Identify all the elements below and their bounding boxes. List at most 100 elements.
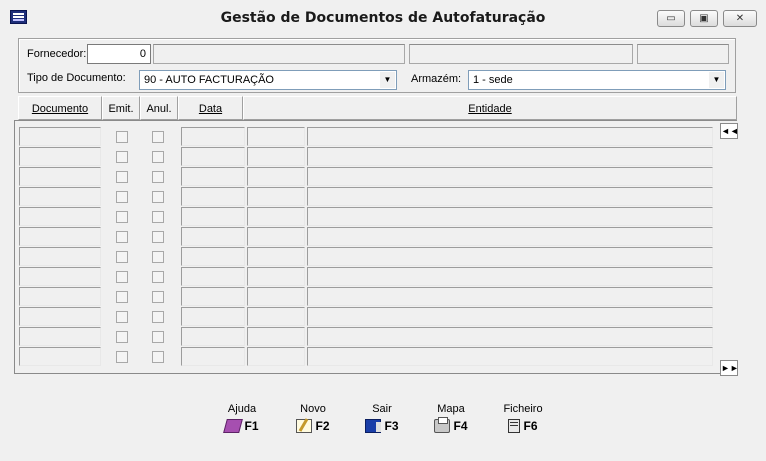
data-cell[interactable] — [181, 207, 245, 226]
documento-cell[interactable] — [19, 127, 101, 146]
emit-checkbox[interactable] — [116, 331, 128, 343]
anul-checkbox[interactable] — [152, 351, 164, 363]
tipo-documento-select[interactable]: 90 - AUTO FACTURAÇÃO ▼ — [139, 70, 397, 90]
table-row[interactable] — [15, 147, 715, 167]
anul-checkbox[interactable] — [152, 131, 164, 143]
documento-cell[interactable] — [19, 347, 101, 366]
entidade-cell[interactable] — [307, 307, 713, 326]
column-header-documento[interactable]: Documento — [18, 96, 102, 120]
emit-checkbox[interactable] — [116, 211, 128, 223]
table-row[interactable] — [15, 127, 715, 147]
data-cell[interactable] — [181, 307, 245, 326]
table-row[interactable] — [15, 347, 715, 367]
data-extra-cell[interactable] — [247, 247, 305, 266]
table-row[interactable] — [15, 287, 715, 307]
table-row[interactable] — [15, 227, 715, 247]
data-extra-cell[interactable] — [247, 147, 305, 166]
function-key-f4[interactable]: Mapa F4 — [421, 403, 481, 436]
anul-checkbox[interactable] — [152, 211, 164, 223]
anul-checkbox[interactable] — [152, 331, 164, 343]
function-key-f6[interactable]: Ficheiro F6 — [493, 403, 553, 436]
chevron-down-icon[interactable]: ▼ — [380, 72, 395, 88]
documento-cell[interactable] — [19, 247, 101, 266]
last-record-button[interactable]: ►► — [720, 360, 739, 376]
table-row[interactable] — [15, 327, 715, 347]
function-key-f1[interactable]: Ajuda F1 — [212, 403, 272, 436]
data-cell[interactable] — [181, 267, 245, 286]
data-cell[interactable] — [181, 247, 245, 266]
data-extra-cell[interactable] — [247, 327, 305, 346]
documento-cell[interactable] — [19, 147, 101, 166]
data-cell[interactable] — [181, 227, 245, 246]
data-extra-cell[interactable] — [247, 307, 305, 326]
entidade-cell[interactable] — [307, 347, 713, 366]
data-extra-cell[interactable] — [247, 127, 305, 146]
documento-cell[interactable] — [19, 167, 101, 186]
data-extra-cell[interactable] — [247, 287, 305, 306]
emit-checkbox[interactable] — [116, 171, 128, 183]
armazem-select[interactable]: 1 - sede ▼ — [468, 70, 726, 90]
documento-cell[interactable] — [19, 227, 101, 246]
table-row[interactable] — [15, 167, 715, 187]
fornecedor-code-field[interactable]: 0 — [87, 44, 151, 64]
data-extra-cell[interactable] — [247, 187, 305, 206]
documento-cell[interactable] — [19, 327, 101, 346]
fornecedor-extra-field-2[interactable] — [637, 44, 729, 64]
anul-checkbox[interactable] — [152, 231, 164, 243]
documento-cell[interactable] — [19, 207, 101, 226]
emit-checkbox[interactable] — [116, 231, 128, 243]
anul-checkbox[interactable] — [152, 251, 164, 263]
anul-checkbox[interactable] — [152, 171, 164, 183]
data-cell[interactable] — [181, 127, 245, 146]
entidade-cell[interactable] — [307, 147, 713, 166]
emit-checkbox[interactable] — [116, 271, 128, 283]
entidade-cell[interactable] — [307, 227, 713, 246]
emit-checkbox[interactable] — [116, 191, 128, 203]
data-extra-cell[interactable] — [247, 347, 305, 366]
table-row[interactable] — [15, 187, 715, 207]
fornecedor-name-field[interactable] — [153, 44, 405, 64]
emit-checkbox[interactable] — [116, 291, 128, 303]
table-row[interactable] — [15, 307, 715, 327]
emit-checkbox[interactable] — [116, 351, 128, 363]
anul-checkbox[interactable] — [152, 271, 164, 283]
chevron-down-icon[interactable]: ▼ — [709, 72, 724, 88]
maximize-button[interactable]: ▣ — [690, 10, 718, 27]
table-row[interactable] — [15, 207, 715, 227]
anul-checkbox[interactable] — [152, 291, 164, 303]
entidade-cell[interactable] — [307, 207, 713, 226]
anul-checkbox[interactable] — [152, 151, 164, 163]
emit-checkbox[interactable] — [116, 251, 128, 263]
entidade-cell[interactable] — [307, 127, 713, 146]
entidade-cell[interactable] — [307, 287, 713, 306]
entidade-cell[interactable] — [307, 327, 713, 346]
function-key-f3[interactable]: Sair F3 — [352, 403, 412, 436]
data-cell[interactable] — [181, 147, 245, 166]
emit-checkbox[interactable] — [116, 151, 128, 163]
minimize-button[interactable]: ▭ — [657, 10, 685, 27]
entidade-cell[interactable] — [307, 267, 713, 286]
emit-checkbox[interactable] — [116, 131, 128, 143]
documento-cell[interactable] — [19, 287, 101, 306]
data-cell[interactable] — [181, 327, 245, 346]
column-header-entidade[interactable]: Entidade — [243, 96, 737, 120]
data-extra-cell[interactable] — [247, 267, 305, 286]
fornecedor-extra-field-1[interactable] — [409, 44, 633, 64]
table-row[interactable] — [15, 247, 715, 267]
entidade-cell[interactable] — [307, 187, 713, 206]
data-cell[interactable] — [181, 167, 245, 186]
data-extra-cell[interactable] — [247, 167, 305, 186]
anul-checkbox[interactable] — [152, 191, 164, 203]
documento-cell[interactable] — [19, 267, 101, 286]
close-button[interactable]: ✕ — [723, 10, 757, 27]
data-cell[interactable] — [181, 347, 245, 366]
function-key-f2[interactable]: Novo F2 — [283, 403, 343, 436]
anul-checkbox[interactable] — [152, 311, 164, 323]
data-cell[interactable] — [181, 287, 245, 306]
documents-grid[interactable]: ◄◄ ►► — [14, 120, 739, 376]
entidade-cell[interactable] — [307, 167, 713, 186]
column-header-data[interactable]: Data — [178, 96, 243, 120]
data-cell[interactable] — [181, 187, 245, 206]
entidade-cell[interactable] — [307, 247, 713, 266]
column-header-emit[interactable]: Emit. — [102, 96, 140, 120]
